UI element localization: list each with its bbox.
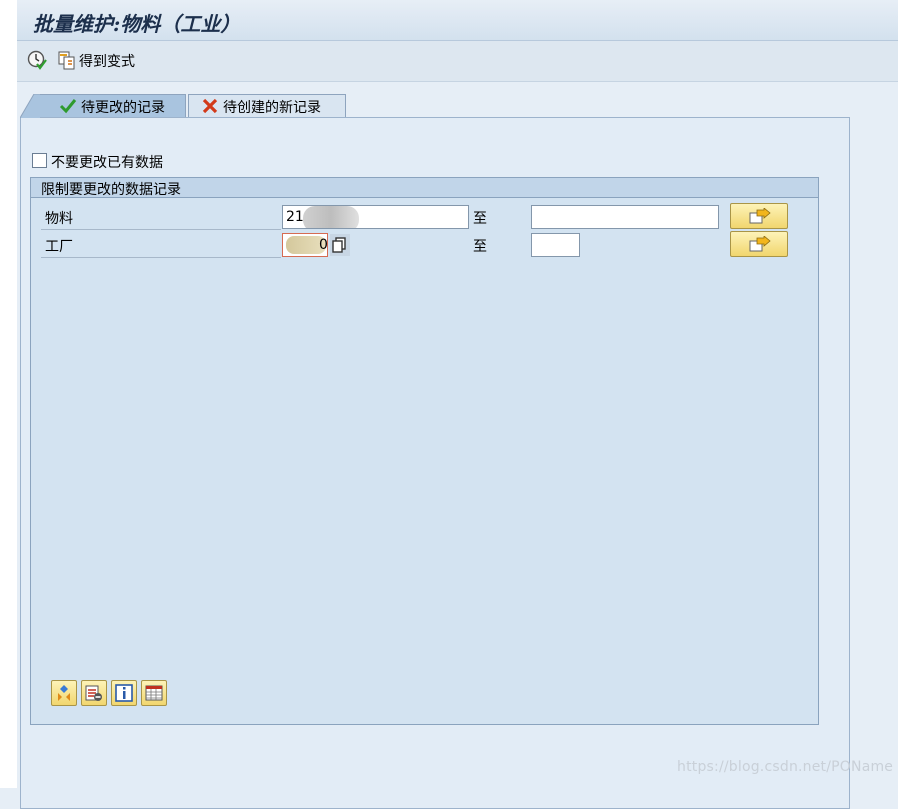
tab-label: 待创建的新记录 <box>223 100 321 116</box>
left-margin-strip <box>0 0 17 788</box>
tab-label: 待更改的记录 <box>81 100 165 116</box>
material-label: 物料 <box>45 211 73 227</box>
plant-multiple-selection-button[interactable] <box>730 231 788 257</box>
row-divider <box>41 257 281 258</box>
material-to-input[interactable] <box>531 205 719 229</box>
tab-records-to-create[interactable]: 待创建的新记录 <box>188 94 346 117</box>
tab-records-to-change[interactable]: 待更改的记录 <box>34 94 186 117</box>
multiple-selection-icon <box>749 208 771 224</box>
info-icon <box>115 684 133 702</box>
table-settings-button[interactable] <box>141 680 167 706</box>
multiple-selection-icon <box>749 236 771 252</box>
execute-clock-icon[interactable] <box>27 50 47 70</box>
title-bar: 批量维护:物料（工业） <box>17 0 898 41</box>
delete-field-icon <box>85 685 102 701</box>
get-variant-label[interactable]: 得到变式 <box>79 51 135 71</box>
do-not-change-existing-checkbox[interactable] <box>32 153 47 168</box>
add-field-button[interactable] <box>51 680 77 706</box>
restrict-records-group: 限制要更改的数据记录 物料 21 至 工厂 0 至 <box>30 177 819 725</box>
plant-from-value-tail: 0 <box>319 237 328 253</box>
watermark-text: https://blog.csdn.net/POName <box>677 759 894 775</box>
material-from-input[interactable]: 21 <box>282 205 469 229</box>
page-title: 批量维护:物料（工业） <box>33 12 241 36</box>
plant-from-input[interactable]: 0 <box>282 233 328 257</box>
tab-content-panel: 不要更改已有数据 限制要更改的数据记录 物料 21 至 工厂 0 至 <box>20 117 850 809</box>
row-divider <box>41 229 281 230</box>
material-from-value: 21 <box>286 209 304 225</box>
info-button[interactable] <box>111 680 137 706</box>
group-title: 限制要更改的数据记录 <box>41 182 181 198</box>
tab-corner-decoration <box>20 94 40 118</box>
get-variant-icon[interactable] <box>57 50 77 70</box>
group-header: 限制要更改的数据记录 <box>31 178 818 198</box>
to-label: 至 <box>473 211 487 227</box>
delete-field-button[interactable] <box>81 680 107 706</box>
copy-icon[interactable] <box>330 234 350 256</box>
add-field-icon <box>58 685 70 701</box>
to-label: 至 <box>473 239 487 255</box>
plant-to-input[interactable] <box>531 233 580 257</box>
plant-label: 工厂 <box>45 239 73 255</box>
application-toolbar: 得到变式 <box>17 41 898 82</box>
table-settings-icon <box>145 685 163 701</box>
checkbox-label: 不要更改已有数据 <box>51 155 163 171</box>
material-multiple-selection-button[interactable] <box>730 203 788 229</box>
checkmark-icon <box>59 98 77 114</box>
red-x-icon <box>201 98 219 114</box>
redaction-blur <box>303 206 359 228</box>
